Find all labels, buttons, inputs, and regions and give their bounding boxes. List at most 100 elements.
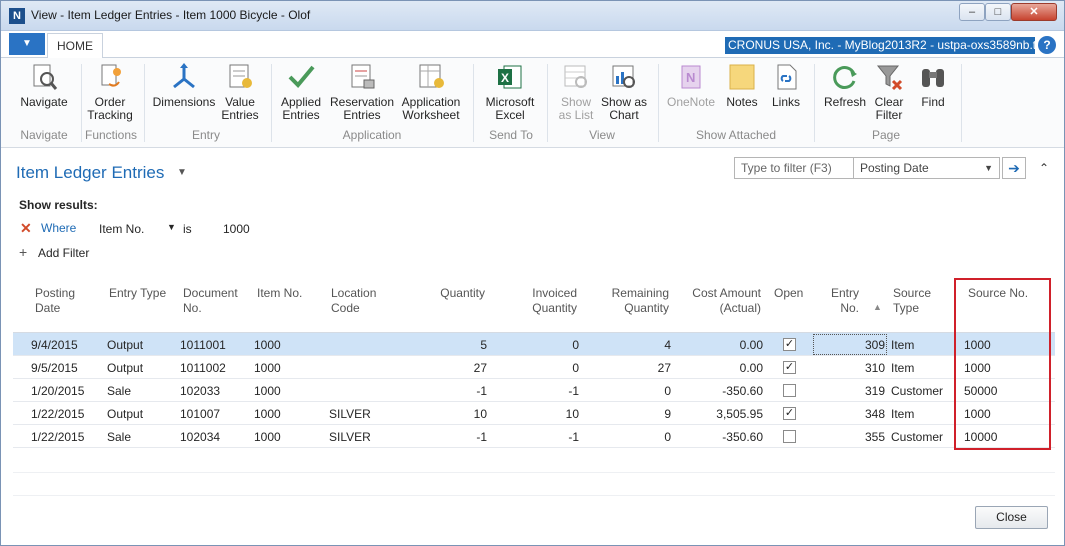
remove-filter-icon[interactable]: ✕ <box>20 220 32 237</box>
filter-input[interactable]: Type to filter (F3) <box>734 157 854 179</box>
cell-document-no[interactable]: 102034 <box>180 430 220 444</box>
table-row[interactable]: 1/22/2015 Sale 102034 1000 SILVER -1 -1 0 -350.6… <box>13 425 1055 448</box>
cell-entry-type[interactable]: Output <box>107 407 143 421</box>
cell-quantity[interactable]: -1 <box>405 384 487 398</box>
chevron-down-icon[interactable]: ▼ <box>177 167 187 178</box>
notes-button[interactable]: Notes <box>723 62 761 109</box>
cell-entry-no[interactable]: 355 <box>817 430 885 444</box>
filter-field-select[interactable]: Posting Date ▼ <box>854 157 1000 179</box>
col-entry-no[interactable]: Entry No. <box>817 286 859 316</box>
table-row[interactable]: 1/20/2015 Sale 102033 1000 -1 -1 0 -350.60 319 Cu… <box>13 379 1055 402</box>
cell-remaining-quantity[interactable]: 4 <box>589 338 671 352</box>
cell-remaining-quantity[interactable]: 0 <box>589 430 671 444</box>
app-menu-button[interactable]: ▼ <box>9 33 45 55</box>
cell-invoiced-quantity[interactable]: 0 <box>497 361 579 375</box>
col-location-code[interactable]: Location Code <box>331 286 376 316</box>
cell-entry-type[interactable]: Output <box>107 361 143 375</box>
chevron-up-icon[interactable]: ⌃ <box>1039 161 1049 175</box>
cell-location-code[interactable]: SILVER <box>329 430 371 444</box>
cell-quantity[interactable]: 27 <box>405 361 487 375</box>
col-open[interactable]: Open <box>774 286 803 301</box>
cell-document-no[interactable]: 1011002 <box>180 361 226 375</box>
cell-posting-date[interactable]: 9/4/2015 <box>31 338 78 352</box>
cell-source-type[interactable]: Customer <box>891 384 943 398</box>
arrow-right-icon[interactable]: ➔ <box>1002 157 1026 179</box>
maximize-button[interactable]: □ <box>985 3 1011 21</box>
col-cost-amount[interactable]: Cost Amount (Actual) <box>681 286 761 316</box>
cell-invoiced-quantity[interactable]: 0 <box>497 338 579 352</box>
cell-cost-amount[interactable]: 0.00 <box>681 361 763 375</box>
value-entries-button[interactable]: Value Entries <box>219 62 261 122</box>
open-checkbox[interactable] <box>783 430 796 443</box>
dimensions-button[interactable]: Dimensions <box>151 62 217 109</box>
cell-document-no[interactable]: 102033 <box>180 384 220 398</box>
cell-item-no[interactable]: 1000 <box>254 338 281 352</box>
cell-item-no[interactable]: 1000 <box>254 384 281 398</box>
col-document-no[interactable]: Document No. <box>183 286 238 316</box>
cell-document-no[interactable]: 1011001 <box>180 338 226 352</box>
col-remaining-quantity[interactable]: Remaining Quantity <box>589 286 669 316</box>
minimize-button[interactable]: – <box>959 3 985 21</box>
microsoft-excel-button[interactable]: X Microsoft Excel <box>481 62 539 122</box>
col-item-no[interactable]: Item No. <box>257 286 302 301</box>
where-field-select[interactable]: Item No. <box>99 222 144 236</box>
close-window-button[interactable]: ✕ <box>1011 3 1057 21</box>
cell-posting-date[interactable]: 9/5/2015 <box>31 361 78 375</box>
table-row[interactable]: 9/4/2015 Output 1011001 1000 5 0 4 0.00 309 Item 1… <box>13 333 1055 356</box>
refresh-button[interactable]: Refresh <box>821 62 869 109</box>
cell-cost-amount[interactable]: -350.60 <box>681 384 763 398</box>
open-checkbox[interactable]: ✓ <box>783 338 796 351</box>
cell-posting-date[interactable]: 1/22/2015 <box>31 407 84 421</box>
open-checkbox[interactable]: ✓ <box>783 361 796 374</box>
add-filter-button[interactable]: Add Filter <box>38 246 89 260</box>
table-row[interactable]: 9/5/2015 Output 1011002 1000 27 0 27 0.00 310 Ite… <box>13 356 1055 379</box>
cell-entry-no[interactable]: 310 <box>817 361 885 375</box>
col-entry-type[interactable]: Entry Type <box>109 286 166 301</box>
page-title[interactable]: Item Ledger Entries <box>16 163 164 183</box>
cell-item-no[interactable]: 1000 <box>254 361 281 375</box>
cell-source-type[interactable]: Item <box>891 407 914 421</box>
cell-invoiced-quantity[interactable]: 10 <box>497 407 579 421</box>
open-checkbox[interactable]: ✓ <box>783 407 796 420</box>
links-button[interactable]: Links <box>767 62 805 109</box>
onenote-button[interactable]: N OneNote <box>665 62 717 109</box>
cell-remaining-quantity[interactable]: 9 <box>589 407 671 421</box>
tab-home[interactable]: HOME <box>47 33 103 59</box>
cell-entry-type[interactable]: Sale <box>107 384 131 398</box>
col-quantity[interactable]: Quantity <box>405 286 485 301</box>
col-invoiced-quantity[interactable]: Invoiced Quantity <box>497 286 577 316</box>
cell-invoiced-quantity[interactable]: -1 <box>497 384 579 398</box>
close-button[interactable]: Close <box>975 506 1048 529</box>
navigate-button[interactable]: Navigate <box>18 62 70 109</box>
open-checkbox[interactable] <box>783 384 796 397</box>
cell-document-no[interactable]: 101007 <box>180 407 220 421</box>
cell-source-type[interactable]: Customer <box>891 430 943 444</box>
cell-item-no[interactable]: 1000 <box>254 407 281 421</box>
cell-cost-amount[interactable]: 0.00 <box>681 338 763 352</box>
cell-entry-no[interactable]: 319 <box>817 384 885 398</box>
cell-quantity[interactable]: 5 <box>405 338 487 352</box>
cell-cost-amount[interactable]: 3,505.95 <box>681 407 763 421</box>
plus-icon[interactable]: + <box>19 244 27 260</box>
col-source-type[interactable]: Source Type <box>893 286 931 316</box>
chevron-down-icon[interactable]: ▼ <box>167 222 176 232</box>
cell-location-code[interactable]: SILVER <box>329 407 371 421</box>
cell-quantity[interactable]: 10 <box>405 407 487 421</box>
cell-posting-date[interactable]: 1/20/2015 <box>31 384 84 398</box>
show-as-chart-button[interactable]: Show as Chart <box>600 62 648 122</box>
cell-posting-date[interactable]: 1/22/2015 <box>31 430 84 444</box>
order-tracking-button[interactable]: Order Tracking <box>85 62 135 122</box>
cell-entry-type[interactable]: Output <box>107 338 143 352</box>
cell-entry-type[interactable]: Sale <box>107 430 131 444</box>
cell-remaining-quantity[interactable]: 27 <box>589 361 671 375</box>
find-button[interactable]: Find <box>915 62 951 109</box>
help-icon[interactable]: ? <box>1038 36 1056 54</box>
cell-entry-no[interactable]: 348 <box>817 407 885 421</box>
where-value-input[interactable]: 1000 <box>223 222 250 236</box>
cell-item-no[interactable]: 1000 <box>254 430 281 444</box>
cell-cost-amount[interactable]: -350.60 <box>681 430 763 444</box>
show-as-list-button[interactable]: Show as List <box>554 62 598 122</box>
cell-remaining-quantity[interactable]: 0 <box>589 384 671 398</box>
company-name[interactable]: CRONUS USA, Inc. - MyBlog2013R2 - ustpa-… <box>725 37 1035 54</box>
applied-entries-button[interactable]: Applied Entries <box>277 62 325 122</box>
